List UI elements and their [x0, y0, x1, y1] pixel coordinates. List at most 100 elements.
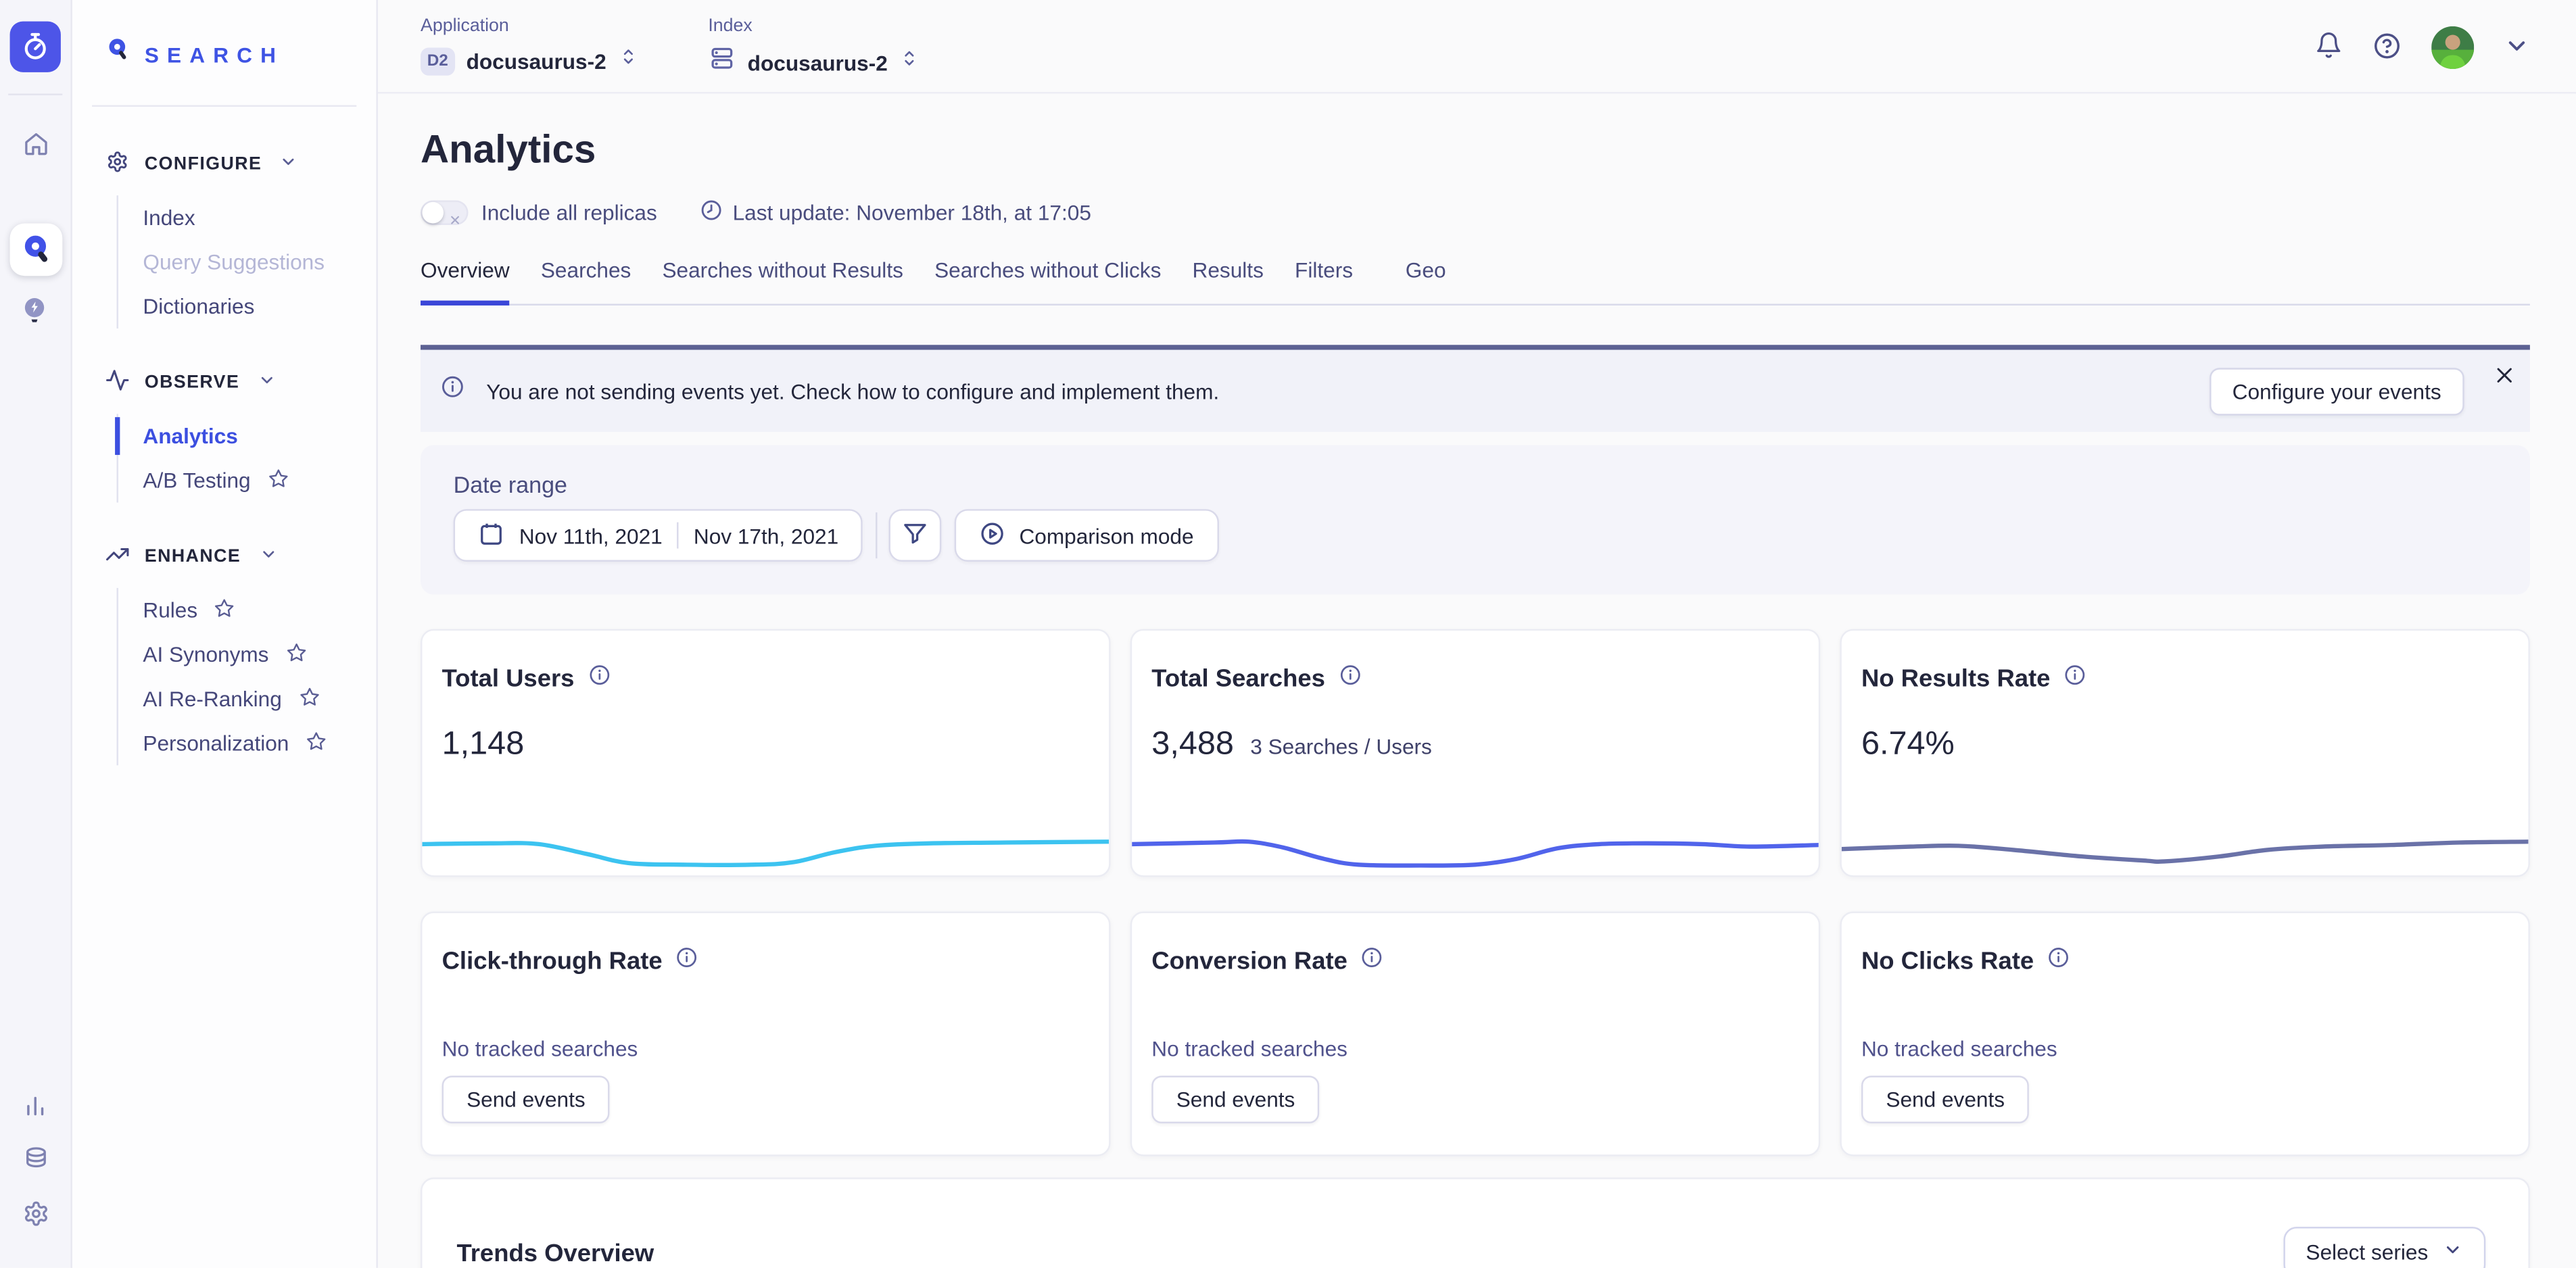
- include-replicas-label: Include all replicas: [481, 199, 657, 224]
- user-avatar[interactable]: [2431, 26, 2474, 69]
- date-range-label: Date range: [454, 471, 2498, 497]
- sidebar-item-query-suggestions[interactable]: Query Suggestions: [118, 240, 376, 285]
- index-stack-icon: [708, 45, 736, 80]
- info-icon[interactable]: [675, 946, 698, 977]
- app-switcher-button[interactable]: [10, 22, 61, 72]
- sidebar-item-label: Personalization: [143, 731, 289, 755]
- sidebar-item-label: AI Re-Ranking: [143, 687, 281, 711]
- empty-state-text: No tracked searches: [1842, 977, 2529, 1061]
- sidebar-item-rules[interactable]: Rules: [118, 588, 376, 633]
- comparison-mode-button[interactable]: Comparison mode: [955, 509, 1218, 562]
- select-series-button[interactable]: Select series: [2283, 1226, 2485, 1268]
- application-value: docusaurus-2: [467, 49, 606, 73]
- index-value: docusaurus-2: [748, 50, 888, 74]
- search-product-button[interactable]: [9, 223, 62, 276]
- app: SEARCH CONFIGURE Index Query Suggestions: [0, 0, 2576, 1268]
- home-icon[interactable]: [20, 128, 50, 158]
- application-select[interactable]: D2 docusaurus-2: [421, 45, 639, 78]
- sidebar-item-dictionaries[interactable]: Dictionaries: [118, 284, 376, 328]
- info-icon[interactable]: [588, 664, 611, 695]
- sidebar-item-analytics[interactable]: Analytics: [118, 414, 376, 458]
- date-start: Nov 11th, 2021: [519, 523, 663, 547]
- tab-results[interactable]: Results: [1193, 258, 1264, 303]
- sidebar-item-label: Dictionaries: [143, 294, 254, 318]
- banner-close-icon[interactable]: [2494, 364, 2515, 391]
- sidebar-item-personalization[interactable]: Personalization: [118, 721, 376, 766]
- brand-logo[interactable]: SEARCH: [72, 0, 377, 72]
- configure-events-button[interactable]: Configure your events: [2210, 367, 2464, 414]
- banner-message: You are not sending events yet. Check ho…: [486, 379, 1219, 403]
- total-users-sparkline: [422, 818, 1109, 874]
- tab-overview[interactable]: Overview: [421, 258, 510, 303]
- star-icon: [285, 641, 307, 668]
- sidebar-item-ai-synonyms[interactable]: AI Synonyms: [118, 632, 376, 677]
- toggle-knob: [422, 201, 444, 223]
- notifications-bell-icon[interactable]: [2315, 31, 2343, 64]
- date-end: Nov 17th, 2021: [694, 523, 838, 547]
- metric-cards-row-1: Total Users 1,148 Total Searches: [421, 629, 2530, 877]
- index-select[interactable]: docusaurus-2: [708, 45, 920, 80]
- tab-searches-without-clicks[interactable]: Searches without Clicks: [934, 258, 1161, 303]
- empty-state-text: No tracked searches: [1132, 977, 1819, 1061]
- nav-section-observe: OBSERVE Analytics A/B Testing: [105, 368, 377, 502]
- sidebar: SEARCH CONFIGURE Index Query Suggestions: [72, 0, 378, 1268]
- no-clicks-rate-card: No Clicks Rate No tracked searches Send …: [1840, 912, 2530, 1156]
- nav-section-label: OBSERVE: [145, 373, 239, 393]
- nav-section-configure-header[interactable]: CONFIGURE: [105, 149, 377, 179]
- settings-gear-icon[interactable]: [20, 1199, 50, 1229]
- send-events-button[interactable]: Send events: [1151, 1076, 1320, 1123]
- send-events-button[interactable]: Send events: [442, 1076, 611, 1123]
- no-results-rate-sparkline: [1842, 818, 2529, 874]
- nav-section-label: CONFIGURE: [145, 154, 262, 174]
- info-icon[interactable]: [2047, 946, 2070, 977]
- calendar-icon: [478, 520, 504, 551]
- sidebar-item-label: Query Suggestions: [143, 249, 325, 274]
- toggle-off-x-icon: [448, 205, 461, 235]
- include-replicas-toggle[interactable]: [421, 199, 468, 224]
- nav-section-enhance-header[interactable]: ENHANCE: [105, 542, 377, 572]
- last-update: Last update: November 18th, at 17:05: [700, 198, 1091, 226]
- card-title: No Results Rate: [1861, 665, 2051, 693]
- chevron-up-down-icon: [618, 45, 640, 78]
- info-icon[interactable]: [1338, 664, 1361, 695]
- tab-searches[interactable]: Searches: [541, 258, 631, 303]
- tab-geo[interactable]: Geo: [1406, 258, 1446, 303]
- tab-searches-without-results[interactable]: Searches without Results: [662, 258, 903, 303]
- sidebar-item-label: Index: [143, 205, 195, 230]
- comparison-mode-label: Comparison mode: [1019, 523, 1193, 547]
- usage-chart-icon[interactable]: [20, 1090, 50, 1120]
- vertical-divider: [876, 512, 878, 558]
- events-banner: You are not sending events yet. Check ho…: [421, 345, 2530, 432]
- filter-button[interactable]: [890, 509, 943, 562]
- data-database-icon[interactable]: [20, 1145, 50, 1175]
- sidebar-item-index[interactable]: Index: [118, 195, 376, 240]
- logo-text: SEARCH: [145, 42, 284, 66]
- sidebar-item-label: A/B Testing: [143, 468, 250, 492]
- metric-value: 1,148: [442, 726, 525, 764]
- card-title: Total Searches: [1151, 665, 1325, 693]
- chevron-down-icon: [259, 545, 277, 568]
- gear-icon: [105, 149, 130, 179]
- search-icon: [19, 233, 52, 266]
- info-icon[interactable]: [1360, 946, 1383, 977]
- star-icon: [306, 730, 327, 756]
- clock-icon: [700, 198, 723, 226]
- help-icon[interactable]: [2372, 30, 2402, 65]
- metric-cards-row-2: Click-through Rate No tracked searches S…: [421, 912, 2530, 1156]
- search-logo-icon: [105, 36, 132, 72]
- card-title: No Clicks Rate: [1861, 948, 2034, 975]
- info-icon[interactable]: [2064, 664, 2086, 695]
- recommend-bulb-icon[interactable]: [18, 293, 53, 328]
- date-separator: [677, 522, 679, 549]
- sidebar-item-ab-testing[interactable]: A/B Testing: [118, 458, 376, 503]
- application-badge: D2: [421, 47, 455, 74]
- send-events-button[interactable]: Send events: [1861, 1076, 2030, 1123]
- account-chevron-down-icon[interactable]: [2504, 32, 2530, 63]
- date-range-picker[interactable]: Nov 11th, 2021 Nov 17th, 2021: [454, 509, 863, 562]
- nav-section-observe-header[interactable]: OBSERVE: [105, 368, 377, 397]
- sidebar-item-ai-re-ranking[interactable]: AI Re-Ranking: [118, 677, 376, 721]
- trends-title: Trends Overview: [456, 1236, 654, 1267]
- chevron-down-icon: [2443, 1239, 2462, 1263]
- tab-filters[interactable]: Filters: [1295, 258, 1353, 303]
- chevron-down-icon: [280, 153, 298, 176]
